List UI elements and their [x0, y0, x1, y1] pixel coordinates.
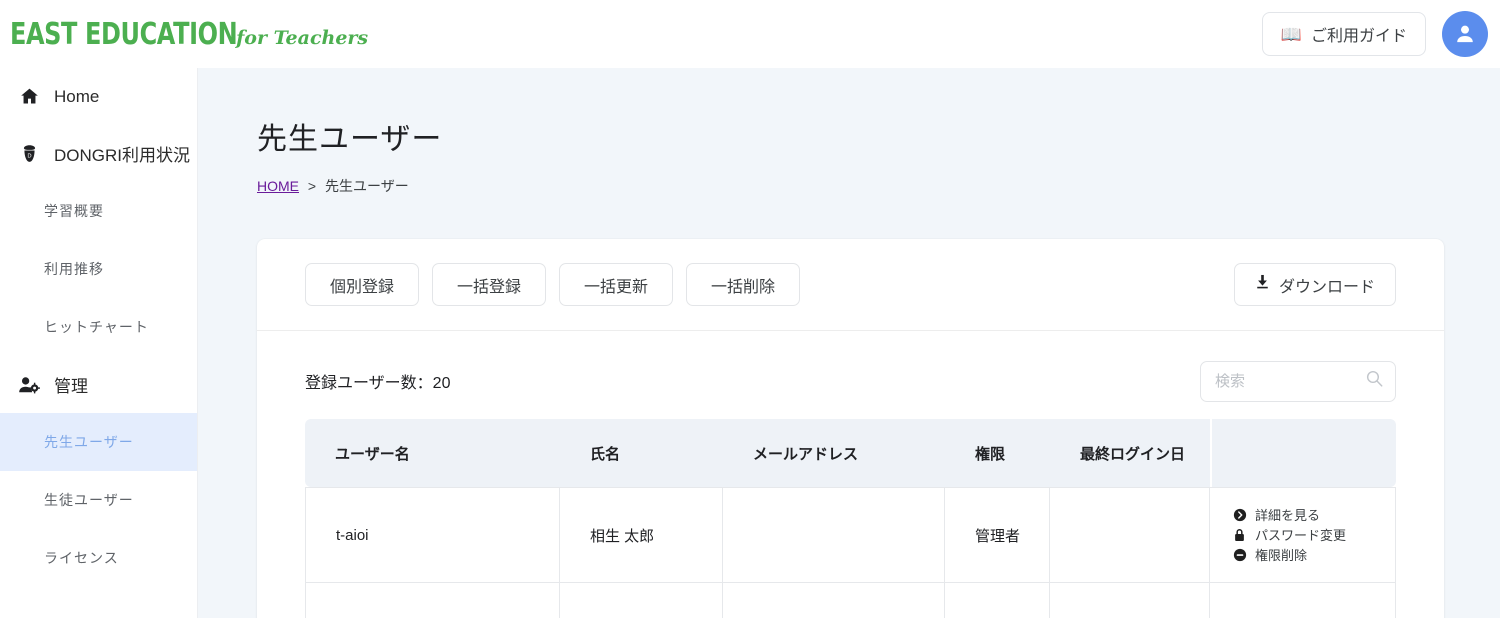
usage-guide-button[interactable]: 📖 ご利用ガイド [1261, 12, 1426, 56]
usage-guide-label: ご利用ガイド [1310, 28, 1407, 45]
revoke-authority-label: 権限削除 [1255, 547, 1308, 563]
column-header-last-login: 最終ログイン日 [1050, 419, 1210, 487]
sidebar-item-label: ライセンス [44, 550, 119, 566]
cell-username [305, 583, 560, 618]
sidebar-item-dongri-usage[interactable]: D DONGRI利用状況 [0, 125, 197, 182]
svg-text:D: D [27, 153, 31, 159]
sidebar-item-label: 学習概要 [44, 203, 104, 219]
sidebar-item-label: DONGRI利用状況 [54, 146, 190, 165]
sidebar-item-label: 管理 [54, 377, 88, 396]
search-box[interactable] [1200, 360, 1396, 402]
header-actions: 📖 ご利用ガイド [1261, 11, 1500, 57]
registered-user-count: 登録ユーザー数：20 [305, 375, 451, 392]
table-body: t-aioi 相生 太郎 管理者 詳細を見る パスワード変更 権限削除 [305, 487, 1396, 618]
sidebar-item-home[interactable]: Home [0, 68, 197, 125]
bulk-update-button[interactable]: 一括更新 [559, 263, 673, 306]
cell-last-login [1050, 487, 1210, 583]
sidebar-item-hit-chart[interactable]: ヒットチャート [0, 298, 197, 356]
lock-icon [1232, 528, 1247, 543]
cell-last-login [1050, 583, 1210, 618]
sidebar: Home D DONGRI利用状況 学習概要 利用推移 ヒットチャート 管理 先… [0, 68, 198, 618]
sidebar-item-license[interactable]: ライセンス [0, 529, 197, 587]
sidebar-item-label: ヒットチャート [44, 319, 149, 335]
download-button[interactable]: ダウンロード [1234, 263, 1396, 306]
change-password-link[interactable]: パスワード変更 [1232, 528, 1395, 543]
cell-fullname [560, 583, 723, 618]
book-icon: 📖 [1280, 24, 1302, 44]
cell-actions [1210, 583, 1396, 618]
avatar[interactable] [1442, 11, 1488, 57]
bulk-register-button[interactable]: 一括登録 [432, 263, 546, 306]
users-table: ユーザー名 氏名 メールアドレス 権限 最終ログイン日 t-aioi 相生 太郎… [305, 419, 1396, 618]
sidebar-item-student-users[interactable]: 生徒ユーザー [0, 471, 197, 529]
column-header-actions [1210, 419, 1396, 487]
card-toolbar: 個別登録 一括登録 一括更新 一括削除 ダウンロード [257, 239, 1444, 331]
table-header: ユーザー名 氏名 メールアドレス 権限 最終ログイン日 [305, 419, 1396, 487]
revoke-authority-link[interactable]: 権限削除 [1232, 548, 1395, 563]
chevron-right-circle-icon [1232, 508, 1247, 523]
column-header-username: ユーザー名 [305, 419, 560, 487]
breadcrumb-current: 先生ユーザー [324, 178, 409, 194]
table-header-row: ユーザー名 氏名 メールアドレス 権限 最終ログイン日 [305, 419, 1396, 487]
app-header: EAST EDUCATION for Teachers 📖 ご利用ガイド [0, 0, 1500, 68]
column-header-fullname: 氏名 [560, 419, 723, 487]
sidebar-item-teacher-users[interactable]: 先生ユーザー [0, 413, 197, 471]
sidebar-item-label: 利用推移 [44, 261, 104, 277]
cell-authority: 管理者 [945, 487, 1050, 583]
cell-email [723, 487, 945, 583]
breadcrumb: HOME > 先生ユーザー [198, 158, 1500, 196]
sidebar-item-label: Home [54, 86, 100, 106]
user-list-card: 個別登録 一括登録 一括更新 一括削除 ダウンロード 登録ユーザー数：20 検索… [257, 239, 1444, 618]
main-content: 先生ユーザー HOME > 先生ユーザー 個別登録 一括登録 一括更新 一括削除… [198, 68, 1500, 618]
sidebar-item-label: 先生ユーザー [44, 434, 134, 450]
logo-primary-text: EAST EDUCATION [10, 16, 238, 52]
cell-authority [945, 583, 1050, 618]
minus-circle-icon [1232, 548, 1247, 563]
breadcrumb-separator: > [307, 178, 317, 194]
change-password-label: パスワード変更 [1255, 527, 1347, 543]
column-header-email: メールアドレス [723, 419, 945, 487]
table-row[interactable]: t-aioi 相生 太郎 管理者 詳細を見る パスワード変更 権限削除 [305, 487, 1396, 583]
search-input[interactable] [1201, 361, 1395, 401]
sidebar-item-management[interactable]: 管理 [0, 356, 197, 413]
brand-logo[interactable]: EAST EDUCATION for Teachers [0, 17, 368, 52]
cell-fullname: 相生 太郎 [560, 487, 723, 583]
logo-secondary-text: for Teachers [236, 26, 369, 49]
view-details-label: 詳細を見る [1255, 507, 1321, 523]
list-summary-row: 登録ユーザー数：20 [305, 357, 1396, 405]
download-label: ダウンロード [1278, 278, 1375, 296]
cell-email [723, 583, 945, 618]
cell-actions: 詳細を見る パスワード変更 権限削除 [1210, 487, 1396, 583]
user-avatar-icon [1457, 25, 1473, 43]
sidebar-item-usage-trend[interactable]: 利用推移 [0, 240, 197, 298]
page-title: 先生ユーザー [257, 123, 443, 156]
card-body: 登録ユーザー数：20 検索 ユーザー名 氏名 メールアドレス 権限 最終ログイン… [257, 331, 1444, 618]
breadcrumb-home-link[interactable]: HOME [257, 178, 299, 194]
sidebar-item-learning-overview[interactable]: 学習概要 [0, 182, 197, 240]
cell-username: t-aioi [305, 487, 560, 583]
dongri-icon: D [18, 143, 40, 165]
table-row[interactable] [305, 583, 1396, 618]
sidebar-item-label: 生徒ユーザー [44, 492, 134, 508]
individual-register-button[interactable]: 個別登録 [305, 263, 419, 306]
download-icon [1255, 274, 1270, 295]
view-details-link[interactable]: 詳細を見る [1232, 508, 1395, 523]
user-gear-icon [18, 374, 40, 396]
bulk-delete-button[interactable]: 一括削除 [686, 263, 800, 306]
home-icon [18, 86, 40, 108]
column-header-authority: 権限 [945, 419, 1050, 487]
